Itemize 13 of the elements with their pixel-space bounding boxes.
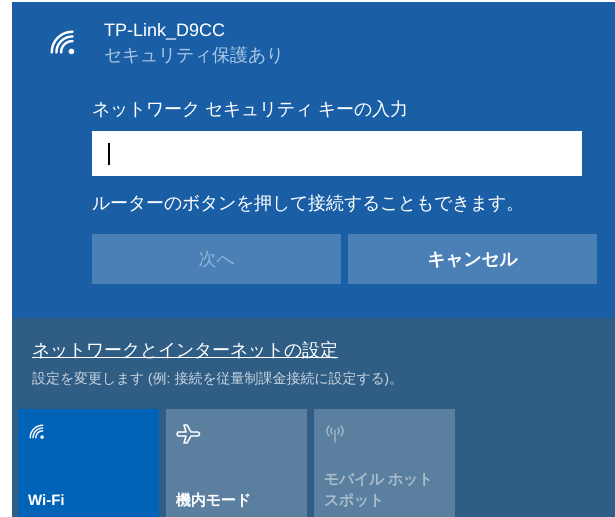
- airplane-tile[interactable]: 機内モード: [166, 409, 307, 517]
- wifi-tile[interactable]: Wi-Fi: [18, 409, 159, 517]
- airplane-icon: [176, 423, 202, 445]
- security-key-field[interactable]: [92, 131, 582, 176]
- security-status: セキュリティ保護あり: [104, 44, 284, 67]
- cancel-button[interactable]: キャンセル: [348, 234, 597, 284]
- hotspot-icon: [324, 423, 346, 443]
- network-settings-link[interactable]: ネットワークとインターネットの設定: [32, 338, 338, 362]
- key-field-label: ネットワーク セキュリティ キーの入力: [92, 98, 410, 121]
- wifi-icon: [28, 423, 46, 441]
- network-name: TP-Link_D9CC: [104, 19, 226, 42]
- router-hint: ルーターのボタンを押して接続することもできます。: [92, 192, 525, 215]
- settings-description: 設定を変更します (例: 接続を従量制課金接続に設定する)。: [32, 369, 404, 388]
